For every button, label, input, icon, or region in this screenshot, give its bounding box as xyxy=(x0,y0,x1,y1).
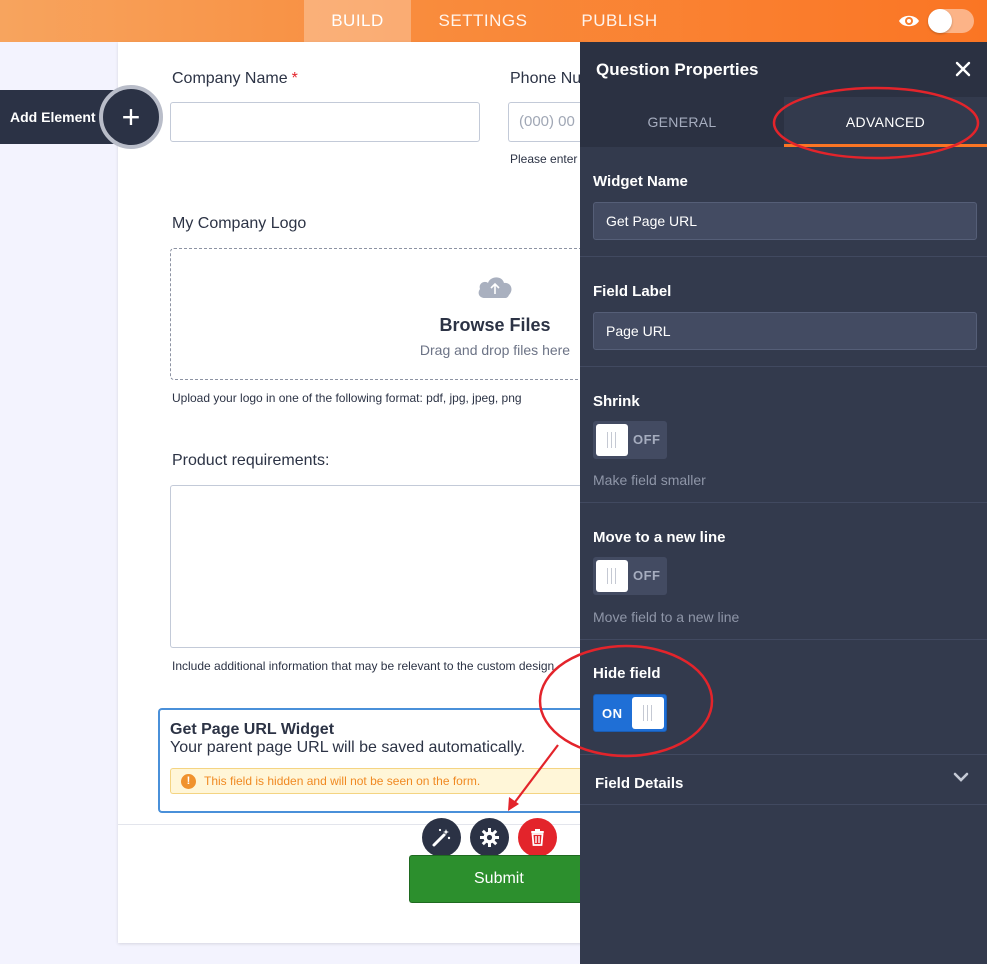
toggle-knob xyxy=(596,424,628,456)
form-divider xyxy=(118,824,580,825)
browse-files-title: Browse Files xyxy=(439,315,551,335)
upload-dropzone[interactable]: Browse Files Drag and drop files here xyxy=(170,248,580,380)
phone-label: Phone Nu xyxy=(510,70,580,87)
tab-general[interactable]: GENERAL xyxy=(580,97,784,147)
logo-hint: Upload your logo in one of the following… xyxy=(172,391,522,405)
shrink-state: OFF xyxy=(633,432,661,447)
properties-button[interactable] xyxy=(470,818,509,857)
hidden-warning: ! This field is hidden and will not be s… xyxy=(170,768,580,794)
field-label-input[interactable]: Page URL xyxy=(593,312,977,350)
panel-tabs: GENERAL ADVANCED xyxy=(580,97,987,147)
add-element-button[interactable]: + xyxy=(99,85,163,149)
hide-field-label: Hide field xyxy=(593,665,661,682)
shrink-section: Shrink OFF Make field smaller xyxy=(580,367,987,503)
field-label-section: Field Label Page URL xyxy=(580,257,987,367)
widget-description: Your parent page URL will be saved autom… xyxy=(170,739,526,756)
shrink-toggle[interactable]: OFF xyxy=(593,421,667,459)
chevron-down-icon[interactable] xyxy=(953,771,969,783)
new-line-state: OFF xyxy=(633,568,661,583)
toggle-knob xyxy=(632,697,664,729)
field-label-label: Field Label xyxy=(593,283,672,300)
widget-title: Get Page URL Widget xyxy=(170,721,335,738)
close-icon[interactable] xyxy=(953,59,973,79)
preview-toggle[interactable] xyxy=(928,9,974,33)
shrink-hint: Make field smaller xyxy=(593,472,706,488)
tab-advanced[interactable]: ADVANCED xyxy=(784,97,987,147)
requirements-label: Product requirements: xyxy=(172,452,330,469)
requirements-textarea[interactable] xyxy=(170,485,580,648)
new-line-label: Move to a new line xyxy=(593,529,726,546)
wand-button[interactable] xyxy=(422,818,461,857)
hide-field-section: Hide field ON xyxy=(580,640,987,755)
requirements-hint: Include additional information that may … xyxy=(172,659,555,673)
submit-button[interactable]: Submit xyxy=(409,855,580,903)
top-navigation-bar: BUILD SETTINGS PUBLISH xyxy=(0,0,987,42)
trash-icon xyxy=(531,829,544,846)
toggle-knob xyxy=(596,560,628,592)
logo-label: My Company Logo xyxy=(172,215,307,232)
required-asterisk: * xyxy=(291,70,298,87)
toggle-knob xyxy=(928,9,952,33)
drag-drop-text: Drag and drop files here xyxy=(419,342,571,358)
preview-eye-icon[interactable] xyxy=(898,11,920,31)
phone-input[interactable]: (000) 00 xyxy=(508,102,580,142)
panel-title: Question Properties xyxy=(596,60,759,79)
phone-hint: Please enter xyxy=(510,152,578,166)
field-details-section[interactable]: Field Details xyxy=(580,755,987,805)
tab-settings[interactable]: SETTINGS xyxy=(425,0,541,42)
add-element-label: Add Element xyxy=(10,109,96,125)
widget-name-label: Widget Name xyxy=(593,173,688,190)
question-properties-panel: Question Properties GENERAL ADVANCED Wid… xyxy=(580,42,987,964)
hidden-warning-text: This field is hidden and will not be see… xyxy=(204,774,481,788)
cloud-upload-icon xyxy=(478,277,512,298)
delete-button[interactable] xyxy=(518,818,557,857)
widget-name-section: Widget Name Get Page URL xyxy=(580,147,987,257)
tab-publish[interactable]: PUBLISH xyxy=(566,0,673,42)
magic-wand-icon xyxy=(432,828,451,847)
field-details-label: Field Details xyxy=(595,775,684,792)
panel-header: Question Properties xyxy=(580,42,987,97)
gear-icon xyxy=(480,828,499,847)
plus-icon: + xyxy=(121,99,141,135)
file-upload-area[interactable]: Browse Files Drag and drop files here xyxy=(170,248,580,380)
new-line-toggle[interactable]: OFF xyxy=(593,557,667,595)
warning-icon: ! xyxy=(181,774,196,789)
company-name-label: Company Name * xyxy=(172,70,298,87)
widget-name-input[interactable]: Get Page URL xyxy=(593,202,977,240)
tab-build[interactable]: BUILD xyxy=(304,0,411,42)
shrink-label: Shrink xyxy=(593,393,640,410)
company-name-input[interactable] xyxy=(170,102,480,142)
hide-field-state: ON xyxy=(602,706,623,721)
new-line-section: Move to a new line OFF Move field to a n… xyxy=(580,503,987,640)
hide-field-toggle[interactable]: ON xyxy=(593,694,667,732)
new-line-hint: Move field to a new line xyxy=(593,609,740,625)
